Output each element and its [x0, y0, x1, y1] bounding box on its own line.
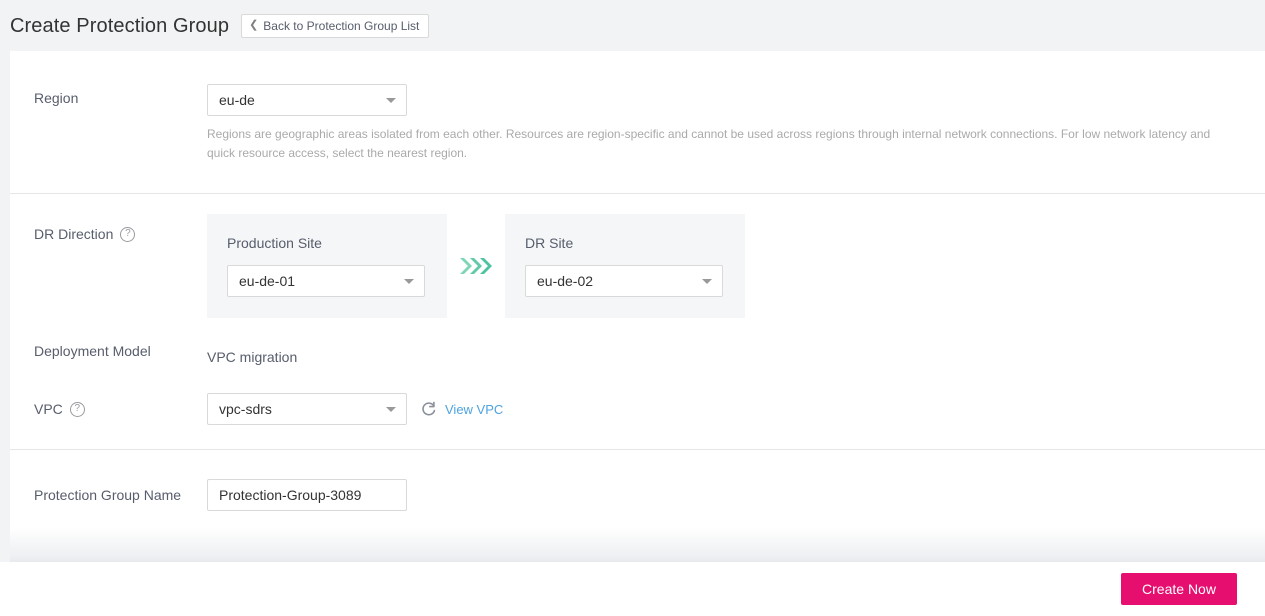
protection-group-name-label: Protection Group Name [34, 487, 182, 503]
triple-chevron-right-icon [460, 258, 492, 274]
chevron-down-icon [404, 279, 414, 284]
footer-action-bar: Create Now [0, 562, 1265, 616]
chevron-down-icon [386, 98, 396, 103]
section-protection-group-name: Protection Group Name [10, 450, 1265, 511]
region-description-row: Regions are geographic areas isolated fr… [34, 116, 1265, 163]
refresh-icon[interactable] [420, 401, 437, 418]
form-card: Region eu-de Regions are geographic area… [10, 51, 1265, 562]
chevron-down-icon [702, 279, 712, 284]
create-now-button[interactable]: Create Now [1121, 573, 1237, 605]
vpc-controls: vpc-sdrs View VPC [207, 393, 503, 425]
region-select-value: eu-de [219, 92, 255, 108]
page-title: Create Protection Group [10, 14, 230, 37]
view-vpc-link[interactable]: View VPC [445, 403, 503, 416]
dr-site-value: eu-de-02 [537, 273, 594, 289]
production-site-value: eu-de-01 [239, 273, 296, 289]
protection-group-name-row: Protection Group Name [34, 479, 1265, 511]
production-site-title: Production Site [227, 235, 322, 251]
question-circle-icon-dr-direction[interactable]: ? [120, 226, 136, 242]
dr-direction-panels: Production Site eu-de-01 DR Site eu-de-0… [207, 214, 745, 318]
region-label: Region [34, 90, 79, 106]
dr-site-select[interactable]: eu-de-02 [525, 265, 723, 297]
page-header: Create Protection Group ❮ Back to Protec… [0, 0, 1265, 51]
dr-direction-arrow-wrap [447, 257, 505, 275]
vpc-label-text: VPC [34, 401, 63, 417]
deployment-model-row: Deployment Model VPC migration [34, 341, 1265, 373]
chevron-left-icon: ❮ [249, 19, 259, 31]
dr-direction-label: DR Direction ? [34, 214, 207, 244]
dr-direction-row: DR Direction ? Production Site eu-de-01 [34, 214, 1265, 318]
dr-direction-label-text: DR Direction [34, 226, 114, 242]
deployment-model-value: VPC migration [207, 349, 298, 365]
vpc-select-value: vpc-sdrs [219, 401, 272, 417]
back-to-protection-group-list-button[interactable]: ❮ Back to Protection Group List [241, 13, 430, 38]
vpc-label: VPC ? [34, 393, 207, 419]
section-dr: DR Direction ? Production Site eu-de-01 [10, 194, 1265, 449]
chevron-down-icon [386, 407, 396, 412]
protection-group-name-input[interactable] [207, 479, 407, 511]
vpc-row: VPC ? vpc-sdrs View VPC [34, 393, 1265, 425]
dr-site-title: DR Site [525, 235, 574, 251]
production-site-panel: Production Site eu-de-01 [207, 214, 447, 318]
section-region: Region eu-de Regions are geographic area… [10, 51, 1265, 193]
production-site-select[interactable]: eu-de-01 [227, 265, 425, 297]
create-protection-group-page: Create Protection Group ❮ Back to Protec… [0, 0, 1265, 616]
deployment-model-label: Deployment Model [34, 343, 151, 359]
question-circle-icon-vpc[interactable]: ? [69, 401, 85, 417]
dr-site-panel: DR Site eu-de-02 [505, 214, 745, 318]
region-select[interactable]: eu-de [207, 84, 407, 116]
vpc-select[interactable]: vpc-sdrs [207, 393, 407, 425]
region-row: Region eu-de [34, 84, 1265, 116]
back-button-label: Back to Protection Group List [263, 18, 420, 33]
region-description: Regions are geographic areas isolated fr… [207, 127, 1211, 160]
